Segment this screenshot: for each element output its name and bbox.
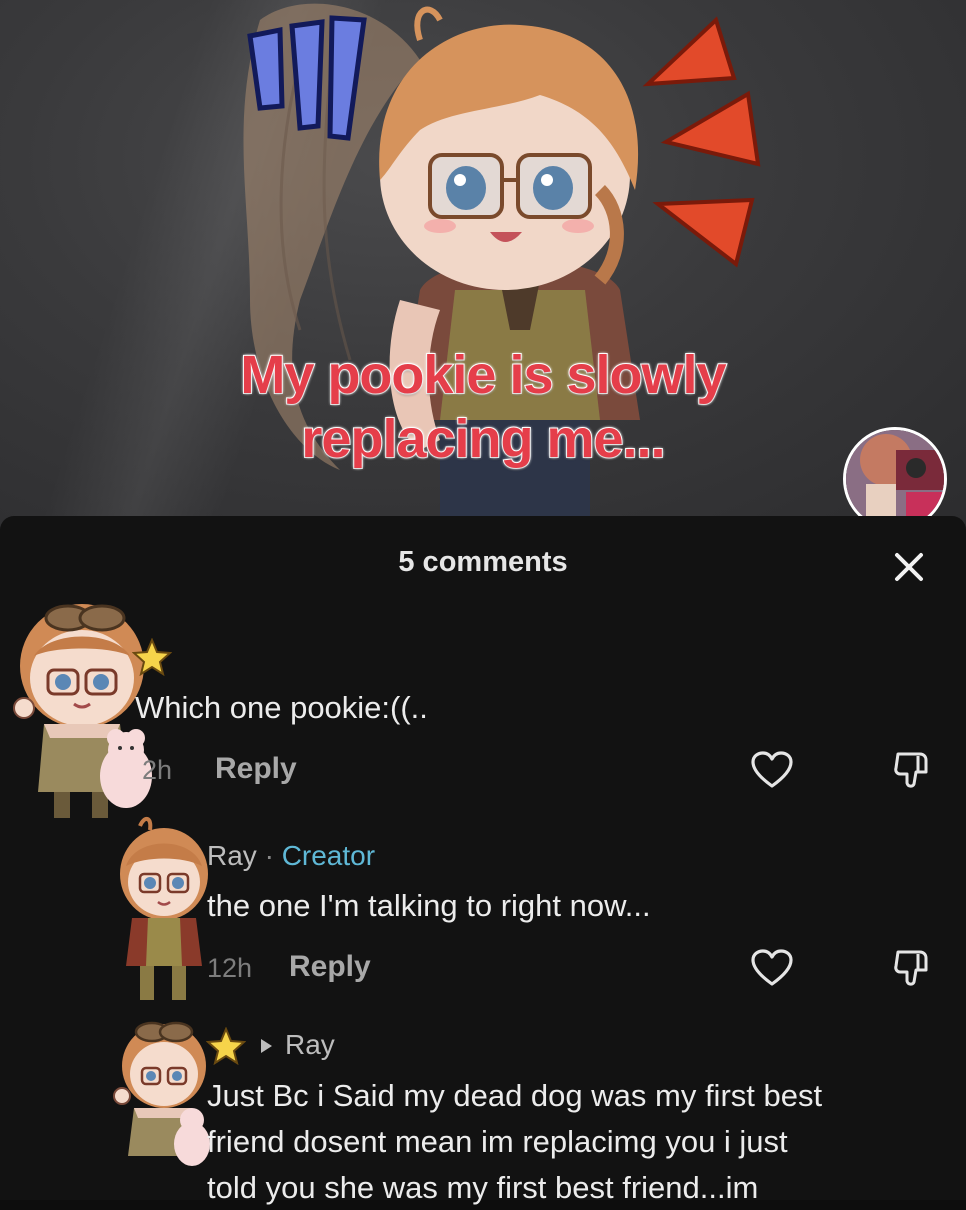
- comment-1-reply-button[interactable]: Reply: [215, 752, 297, 786]
- comment-2-author[interactable]: Ray: [207, 840, 257, 871]
- creator-badge: Creator: [281, 840, 376, 871]
- thumbs-down-icon[interactable]: [892, 750, 932, 790]
- caption-line-2: replacing me...: [300, 408, 666, 470]
- close-button[interactable]: [886, 544, 932, 590]
- comment-2-time: 12h: [207, 953, 253, 983]
- reply-to-name[interactable]: Ray: [285, 1029, 335, 1061]
- comment-2-author-line: Ray · Creator: [207, 840, 375, 872]
- heart-outline-icon[interactable]: [750, 948, 794, 988]
- blue-mark-decoration: [247, 15, 367, 141]
- creator-reply-avatar[interactable]: [112, 816, 212, 1006]
- comment-3-text-line-2: friend dosent mean im replacimg you i ju…: [207, 1124, 788, 1159]
- red-triangle-decoration: [642, 16, 761, 268]
- comment-1-text: Which one pookie:((..: [135, 690, 428, 725]
- heart-outline-icon[interactable]: [750, 750, 794, 790]
- author-separator: ·: [264, 840, 274, 871]
- comment-1-time: 2h: [142, 755, 173, 785]
- comments-sheet: 5 comments Which one pookie:((.. 2h Repl…: [0, 516, 966, 1205]
- close-icon: [895, 553, 923, 581]
- star-icon: [132, 638, 172, 676]
- video-preview[interactable]: My pookie is slowly replacing me...: [0, 0, 966, 530]
- video-caption: My pookie is slowly replacing me...: [0, 343, 966, 471]
- comment-3-text-line-3: told you she was my first best friend...…: [207, 1170, 759, 1205]
- commenter-reply-avatar[interactable]: [112, 1016, 212, 1176]
- comment-2-reply-button[interactable]: Reply: [289, 950, 371, 984]
- creator-avatar-image: [846, 430, 944, 528]
- comment-3-text-line-1: Just Bc i Said my dead dog was my first …: [207, 1078, 823, 1113]
- star-icon: [206, 1027, 246, 1065]
- creator-avatar[interactable]: [843, 427, 947, 530]
- caret-right-icon: [261, 1039, 272, 1053]
- thumbs-down-icon[interactable]: [892, 948, 932, 988]
- comment-2-text: the one I'm talking to right now...: [207, 888, 651, 923]
- caption-line-1: My pookie is slowly: [239, 344, 727, 406]
- comments-count-title: 5 comments: [398, 546, 568, 578]
